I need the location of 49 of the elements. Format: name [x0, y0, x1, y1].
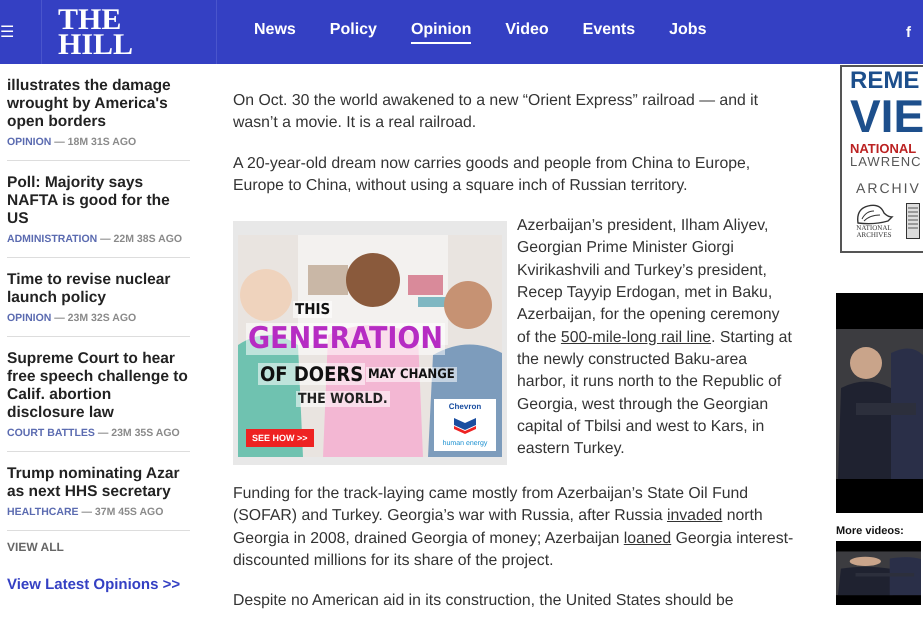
timestamp: — 18M 31S AGO — [54, 136, 136, 148]
banner-text: REME — [850, 69, 920, 93]
article-paragraph: On Oct. 30 the world awakened to a new “Orient Express” railroad — and it wasn’t a movie. It is a real railroad. — [233, 91, 760, 134]
category-link[interactable]: OPINION — [7, 312, 52, 324]
ad-headline: MAY CHANGE — [366, 367, 457, 382]
ad-headline: OF DOERS — [258, 363, 366, 386]
nav-tab[interactable]: News — [254, 20, 296, 44]
category-link[interactable]: HEALTHCARE — [7, 506, 79, 518]
article-paragraph: A 20-year-old dream now carries goods and people from China to Europe, Europe to China, without using a square inch of Russian territory. — [233, 154, 752, 196]
article-paragraph: Despite no American aid in its construction, the United States should be — [233, 591, 735, 612]
brand-name: Chevron — [448, 402, 482, 412]
ad-headline: GENERATION — [246, 323, 445, 356]
ad-headline: THIS — [293, 301, 332, 318]
facebook-icon[interactable]: f — [906, 24, 911, 40]
ad-headline: THE WORLD. — [296, 391, 390, 408]
nav-tab[interactable]: Policy — [330, 20, 377, 44]
timestamp: — 22M 38S AGO — [100, 233, 182, 245]
nav-tab[interactable]: Jobs — [669, 20, 706, 44]
eagle-icon — [854, 203, 894, 225]
timestamp: — 23M 35S AGO — [98, 427, 180, 439]
nav-tab[interactable]: Opinion — [410, 20, 472, 44]
article-paragraph: Azerbaijan’s president, Ilham Aliyev, Georgian Prime Minister Giorgi Kvirikashvili and Turkey’s president, Recep Tayyip Erdogan, met in Baku, Azerbaijan, for the opening ceremony of the 500-mile-long rail line. Starting at the newly constructed Baku-area harbor, it runs north to the Republic of Georgia, west through the Georgian capital of Tbilsi and west to Kars, in eastern Turkey. — [517, 216, 793, 460]
timestamp: — 37M 45S AGO — [81, 506, 164, 518]
latest-opinions-link[interactable]: View Latest Opinions >> — [7, 576, 190, 593]
banner-text: ARCHIV — [856, 181, 922, 195]
headline-link[interactable]: Time to revise nuclear launch policy — [7, 271, 190, 307]
site-logo[interactable]: THE HILL — [42, 0, 217, 64]
banner-text: VIE — [850, 93, 923, 139]
banner-text: LAWRENC — [850, 155, 923, 168]
nav-tab[interactable]: Events — [582, 20, 636, 44]
category-link[interactable]: COURT BATTLES — [7, 427, 95, 439]
headline-link[interactable]: Trump nominating Azar as next HHS secretary — [7, 465, 190, 501]
chevron-logo-icon — [454, 418, 476, 434]
see-how-button[interactable]: SEE HOW >> — [246, 429, 314, 448]
article-link[interactable]: loaned — [624, 530, 672, 547]
article-link[interactable]: 500-mile-long rail line — [560, 328, 712, 346]
more-videos-label: More videos: — [836, 525, 905, 537]
headline-link[interactable]: Supreme Court to hear free speech challenge to Calif. abortion disclosure law — [7, 350, 190, 422]
article-link[interactable]: invaded — [666, 507, 722, 524]
timestamp: — 23M 32S AGO — [54, 312, 136, 324]
headline-link[interactable]: illustrates the damage wrought by America's open borders — [7, 77, 190, 131]
article-paragraph: Funding for the track-laying came mostly from Azerbaijan’s State Oil Fund (SOFAR) and Turkey. Georgia’s war with Russia, after Russia invaded north Georgia in 2008, drained Georgia of money; Azerbaijan loaned Georgia interest-discounted millions for its share of the project. — [233, 484, 794, 572]
nav-tab[interactable]: Video — [505, 20, 549, 44]
view-all-link[interactable]: VIEW ALL — [7, 540, 190, 554]
banner-text: NATIONAL — [850, 142, 918, 155]
flag-icon — [906, 203, 920, 239]
headline-link[interactable]: Poll: Majority says NAFTA is good for the US — [7, 174, 190, 228]
category-link[interactable]: OPINION — [7, 136, 52, 148]
category-link[interactable]: ADMINISTRATION — [7, 233, 98, 245]
